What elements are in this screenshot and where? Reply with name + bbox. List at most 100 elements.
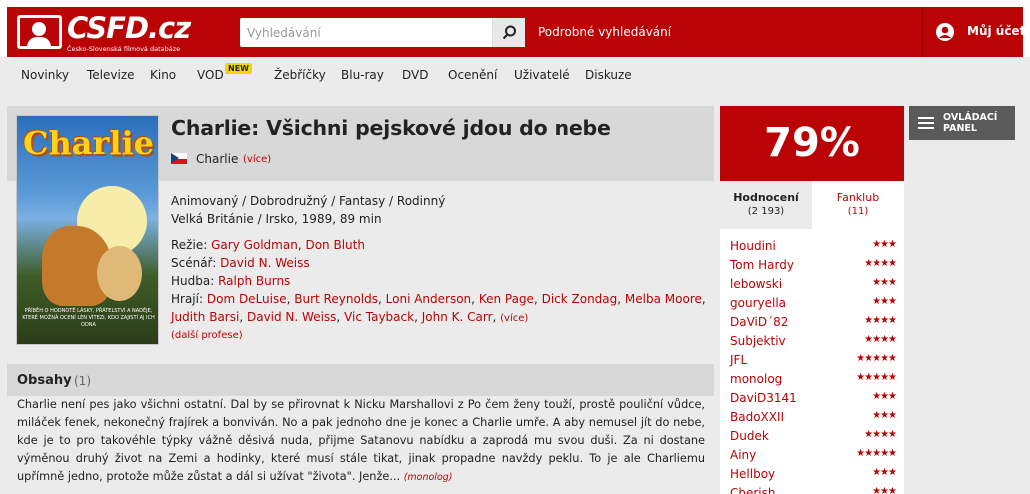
rating-box: 79% Hodnocení (2 193) Fanklub (11) Houdi… — [720, 106, 904, 494]
rating-stars-icon: ★★★★ — [864, 258, 897, 269]
writers-label: Scénář: — [171, 256, 217, 270]
original-name: Charlie — [196, 152, 239, 166]
cast-more-link[interactable]: (více) — [500, 313, 528, 324]
logo-subtitle: Česko-Slovenská filmová databáze — [67, 45, 181, 53]
tab-ratings[interactable]: Hodnocení (2 193) — [720, 181, 812, 229]
tab-fanclub-count: (11) — [847, 206, 869, 217]
user-name-link[interactable]: Hellboy — [730, 467, 775, 481]
music-label: Hudba: — [171, 274, 215, 288]
nav-item-zebricky[interactable]: Žebříčky — [274, 68, 326, 82]
user-name-link[interactable]: Tom Hardy — [730, 258, 794, 272]
new-badge: NEW — [225, 63, 252, 74]
rating-stars-icon: ★★★ — [872, 277, 897, 288]
plot-title: Obsahy — [17, 373, 72, 388]
rating-stars-icon: ★★★★ — [864, 429, 897, 440]
actor-link[interactable]: Melba Moore — [625, 292, 702, 306]
actor-link[interactable]: Ken Page — [479, 292, 534, 306]
user-rating-row: Hellboy ★★★ — [730, 467, 897, 486]
poster-tagline: PŘÍBĚH O HODNOTĚ LÁSKY, PŘÁTELSTVÍ A NAD… — [22, 308, 155, 328]
user-rating-row: monolog ★★★★★ — [730, 372, 897, 391]
rating-stars-icon: ★★★ — [872, 239, 897, 250]
nav-item-kino[interactable]: Kino — [150, 68, 176, 82]
user-name-link[interactable]: Subjektiv — [730, 334, 786, 348]
site-logo[interactable]: CSFD.cz Česko-Slovenská filmová databáze — [17, 11, 191, 53]
rating-stars-icon: ★★★ — [872, 296, 897, 307]
nav-item-vod-label: VOD — [197, 68, 224, 82]
plot-header: Obsahy (1) — [7, 364, 714, 396]
actor-link[interactable]: Dick Zondag — [542, 292, 618, 306]
actor-link[interactable]: Dom DeLuise — [207, 292, 287, 306]
nav-item-bluray[interactable]: Blu-ray — [341, 68, 384, 82]
search-input[interactable] — [240, 18, 492, 47]
user-name-link[interactable]: Houdini — [730, 239, 776, 253]
user-name-link[interactable]: DaViD´82 — [730, 315, 788, 329]
user-name-link[interactable]: BadoXXII — [730, 410, 784, 424]
logo-person-icon — [17, 15, 62, 49]
user-name-link[interactable]: JFL — [730, 353, 747, 367]
nav-item-dvd[interactable]: DVD — [402, 68, 428, 82]
account-label: Můj účet — [967, 24, 1026, 38]
original-name-more-link[interactable]: (více) — [243, 154, 271, 165]
plot-count: (1) — [74, 374, 91, 388]
search-box — [240, 18, 525, 47]
tab-ratings-count: (2 193) — [747, 206, 785, 217]
tab-ratings-label: Hodnocení — [733, 191, 799, 204]
composer-link[interactable]: Ralph Burns — [218, 274, 290, 288]
user-rating-row: JFL ★★★★★ — [730, 353, 897, 372]
crew-writers: Scénář: David N. Weiss — [171, 256, 310, 270]
account-separator — [922, 7, 923, 57]
nav-item-uzivatele[interactable]: Uživatelé — [514, 68, 570, 82]
user-rating-row: DaViD´82 ★★★★ — [730, 315, 897, 334]
user-rating-row: DaviD3141 ★★★ — [730, 391, 897, 410]
user-name-link[interactable]: Ainy — [730, 448, 756, 462]
rating-tabs: Hodnocení (2 193) Fanklub (11) — [720, 181, 904, 229]
rating-stars-icon: ★★★ — [872, 391, 897, 402]
user-name-link[interactable]: Dudek — [730, 429, 769, 443]
actor-link[interactable]: David N. Weiss — [247, 310, 336, 324]
plot-author-link[interactable]: (monolog) — [404, 472, 453, 483]
menu-icon — [918, 117, 934, 129]
poster-title: Charlie — [23, 124, 154, 162]
control-panel-button[interactable]: OVLÁDACÍ PANEL — [909, 106, 1015, 140]
search-icon — [502, 25, 516, 40]
writer-link[interactable]: David N. Weiss — [220, 256, 309, 270]
actor-link[interactable]: Judith Barsi — [171, 310, 239, 324]
user-name-link[interactable]: DaviD3141 — [730, 391, 797, 405]
tab-fanclub[interactable]: Fanklub (11) — [812, 181, 904, 229]
user-rating-row: Tom Hardy ★★★★ — [730, 258, 897, 277]
plot-text: Charlie není pes jako všichni ostatní. D… — [17, 396, 705, 487]
film-poster[interactable]: Charlie PŘÍBĚH O HODNOTĚ LÁSKY, PŘÁTELST… — [16, 115, 159, 345]
header-bar: CSFD.cz Česko-Slovenská filmová databáze… — [7, 7, 1026, 57]
nav-item-vod[interactable]: VOD NEW — [197, 63, 252, 82]
nav-item-oceneni[interactable]: Ocenění — [448, 68, 497, 82]
user-name-link[interactable]: Cherish — [730, 486, 776, 494]
rating-stars-icon: ★★★ — [872, 467, 897, 478]
nav-item-diskuze[interactable]: Diskuze — [585, 68, 632, 82]
nav-item-novinky[interactable]: Novinky — [21, 68, 69, 82]
search-button[interactable] — [492, 18, 525, 47]
advanced-search-link[interactable]: Podrobné vyhledávání — [538, 25, 671, 39]
more-professions-link[interactable]: (další profese) — [171, 330, 243, 341]
poster-dog-second — [97, 246, 142, 301]
nav-item-televize[interactable]: Televize — [87, 68, 135, 82]
rating-stars-icon: ★★★★ — [864, 334, 897, 345]
director-link[interactable]: Gary Goldman — [211, 238, 298, 252]
user-name-link[interactable]: lebowski — [730, 277, 782, 291]
actor-link[interactable]: John K. Carr — [422, 310, 493, 324]
logo-text: CSFD.cz — [67, 11, 191, 45]
top-bar: CSFD.cz Česko-Slovenská filmová databáze… — [0, 0, 1030, 57]
actor-link[interactable]: Vic Tayback — [344, 310, 414, 324]
plot-body: Charlie není pes jako všichni ostatní. D… — [17, 398, 705, 483]
actor-link[interactable]: Loni Anderson — [386, 292, 472, 306]
crew-directors: Režie: Gary Goldman, Don Bluth — [171, 238, 365, 252]
actor-link[interactable]: Burt Reynolds — [294, 292, 378, 306]
rating-stars-icon: ★★★★★ — [856, 353, 897, 364]
plot-box: Obsahy (1) Charlie není pes jako všichni… — [7, 364, 714, 494]
user-icon — [936, 23, 954, 41]
tab-fanclub-label: Fanklub — [836, 191, 880, 204]
user-name-link[interactable]: gouryella — [730, 296, 786, 310]
user-name-link[interactable]: monolog — [730, 372, 782, 386]
director-link[interactable]: Don Bluth — [305, 238, 364, 252]
rating-stars-icon: ★★★ — [872, 486, 897, 494]
film-genres: Animovaný / Dobrodružný / Fantasy / Rodi… — [171, 194, 446, 208]
